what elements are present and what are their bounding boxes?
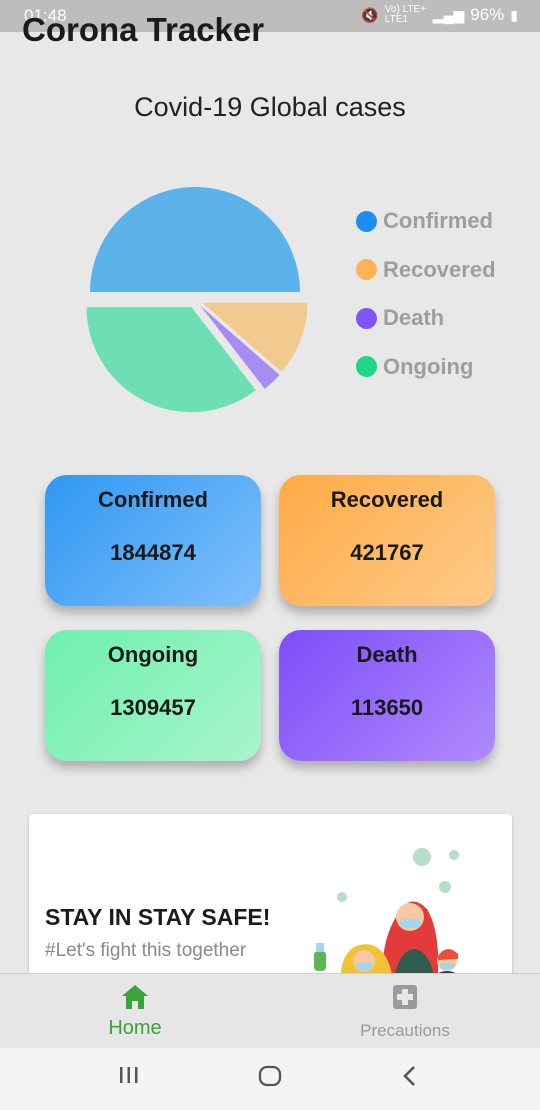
confirmed-card-title: Confirmed [98,487,208,512]
battery-icon: ▮ [510,6,518,23]
death-card-title: Death [356,642,418,667]
app-screen: 01:48 🔇 Vo) LTE+ LTE1 ▂▄▆ 96% ▮ Corona T… [0,0,540,1110]
legend-item-ongoing: Ongoing [356,336,496,399]
banner-title: STAY IN STAY SAFE! [45,904,271,930]
legend-dot-death [356,307,377,329]
death-card[interactable]: Death 113650 [279,630,495,761]
ongoing-card-value: 1309457 [110,695,196,720]
nav-home-label: Home [108,1017,162,1039]
network-text: Vo) LTE+ LTE1 [384,4,427,25]
chart-legend: Confirmed Recovered Death Ongoing [356,190,496,398]
recovered-card[interactable]: Recovered 421767 [279,475,495,606]
legend-label-recovered: Recovered [383,256,496,282]
bottom-navigation: Home Precautions [0,973,540,1048]
ongoing-card[interactable]: Ongoing 1309457 [45,630,261,761]
status-right: 🔇 Vo) LTE+ LTE1 ▂▄▆ 96% ▮ [361,5,518,25]
confirmed-card-value: 1844874 [110,540,196,565]
system-navigation-bar [0,1048,540,1110]
nav-precautions-label: Precautions [360,1021,450,1040]
legend-label-death: Death [383,305,445,331]
app-title: Corona Tracker [22,11,265,48]
stats-cards: Confirmed 1844874 Recovered 421767 Ongoi… [45,475,495,762]
page-heading: Covid-19 Global cases [134,92,406,122]
back-icon[interactable] [400,1064,420,1088]
home-circle-icon[interactable] [258,1064,282,1088]
battery-percent: 96% [470,5,505,24]
nav-precautions[interactable]: Precautions [315,984,495,1041]
confirmed-card[interactable]: Confirmed 1844874 [45,475,261,606]
death-card-value: 113650 [350,695,424,720]
safety-banner[interactable]: STAY IN STAY SAFE! #Let's fight this tog… [29,814,512,984]
banner-subtitle: #Let's fight this together [45,940,247,961]
legend-dot-confirmed [356,210,377,232]
pie-chart [86,187,308,413]
mute-icon: 🔇 [361,6,379,23]
medical-cross-icon [393,985,417,1009]
legend-label-confirmed: Confirmed [383,208,493,234]
recovered-card-title: Recovered [330,487,444,512]
signal-icon: ▂▄▆ [432,6,465,23]
recovered-card-value: 421767 [350,540,424,565]
legend-label-ongoing: Ongoing [383,353,474,379]
ongoing-card-title: Ongoing [107,642,199,667]
legend-dot-recovered [356,259,377,281]
nav-home[interactable]: Home [45,984,225,1040]
legend-dot-ongoing [356,356,377,378]
pie-slice-confirmed [90,187,300,292]
home-icon [122,985,148,1009]
recent-apps-icon[interactable] [118,1064,140,1086]
masked-people-illustration [314,848,464,984]
